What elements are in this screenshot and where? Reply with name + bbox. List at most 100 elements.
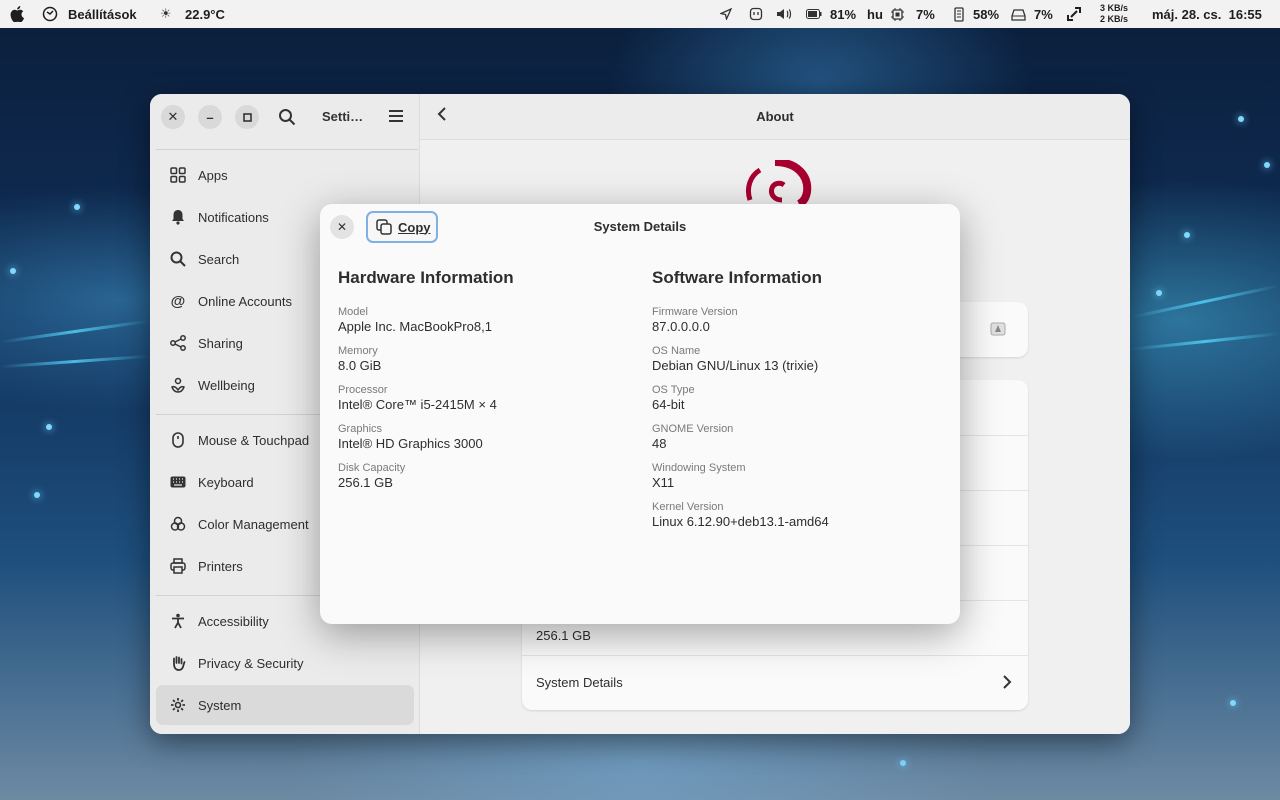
os-type-field: OS Type 64-bit [652,384,942,423]
volume-icon[interactable] [776,0,792,28]
network-download-speed: 2 KB/s [1100,14,1129,24]
hardware-heading: Hardware Information [338,268,514,287]
field-value: Apple Inc. MacBookPro8,1 [338,319,492,334]
sidebar-item-label: Privacy & Security [198,655,304,671]
wallpaper-wave [1131,284,1279,319]
field-value: 87.0.0.0.0 [652,319,710,334]
hamburger-menu-icon [389,110,403,122]
field-value: Intel® Core™ i5-2415M × 4 [338,397,497,412]
wallpaper-star [46,424,52,430]
printer-icon [170,558,186,574]
close-window-button[interactable]: ✕ [161,105,185,129]
main-header: About [420,94,1130,140]
system-details-row[interactable]: System Details [522,655,1028,710]
gnome-version-field: GNOME Version 48 [652,423,942,462]
search-button[interactable] [278,108,296,131]
main-menu-button[interactable] [388,109,404,128]
disk-icon[interactable] [1011,0,1026,28]
color-management-icon [170,516,186,532]
software-heading: Software Information [652,268,823,287]
field-value: Linux 6.12.90+deb13.1-amd64 [652,514,829,529]
wallpaper-star [34,492,40,498]
wallpaper-star [74,204,80,210]
wallpaper-star [10,268,16,274]
firmware-version-field: Firmware Version 87.0.0.0.0 [652,306,942,345]
system-details-label: System Details [536,675,623,690]
maximize-window-button[interactable] [235,105,259,129]
wallpaper-star [1156,290,1162,296]
sidebar-title: Setti… [322,109,364,124]
wallpaper-wave [0,319,150,344]
field-value: Intel® HD Graphics 3000 [338,436,483,451]
field-label: GNOME Version [652,423,734,435]
field-value: X11 [652,475,675,490]
memory-icon[interactable] [954,0,964,28]
network-transfer-icon[interactable] [1067,0,1081,28]
field-label: Disk Capacity [338,462,406,474]
accessibility-icon [170,613,186,629]
location-arrow-icon[interactable] [720,0,732,28]
windowing-system-field: Windowing System X11 [652,462,942,501]
search-icon [279,109,296,126]
model-field: Model Apple Inc. MacBookPro8,1 [338,306,628,345]
sidebar-header: ✕ – Setti… [150,94,420,140]
network-speed[interactable]: 3 KB/s 2 KB/s [1100,0,1128,28]
wallpaper-wave [1130,332,1280,351]
battery-percent[interactable]: 81% [830,0,856,28]
wallpaper-star [1184,232,1190,238]
mouse-icon [170,432,186,448]
gear-icon [170,697,186,713]
disk-capacity-field: Disk Capacity 256.1 GB [338,462,628,501]
sun-icon: ☀ [160,6,172,21]
keyboard-icon [170,474,186,490]
cpu-icon[interactable] [890,0,905,28]
sidebar-item-label: Accessibility [198,613,269,629]
cpu-percent[interactable]: 7% [916,0,935,28]
sidebar-item-label: Online Accounts [198,293,292,309]
bell-icon [170,209,186,225]
field-label: Kernel Version [652,501,724,513]
sidebar-item-label: Sharing [198,335,243,351]
graphics-field: Graphics Intel® HD Graphics 3000 [338,423,628,462]
network-upload-speed: 3 KB/s [1100,3,1129,13]
sidebar-item-apps[interactable]: Apps [156,155,414,195]
active-app-name[interactable]: Beállítások [68,0,137,28]
sidebar-item-label: Apps [198,167,228,183]
settings-app-icon[interactable] [42,0,58,28]
memory-percent[interactable]: 58% [973,0,999,28]
disk-percent[interactable]: 7% [1034,0,1053,28]
edit-icon [990,322,1006,336]
sidebar-item-system[interactable]: System [156,685,414,725]
field-value: 256.1 GB [338,475,393,490]
sidebar-item-privacy-security[interactable]: Privacy & Security [156,643,414,683]
system-details-dialog: ✕ Copy System Details Hardware Informati… [320,204,960,624]
disk-capacity-value: 256.1 GB [536,628,591,643]
sidebar-item-label: Wellbeing [198,377,255,393]
sidebar-item-label: System [198,697,242,713]
minimize-icon: – [206,109,214,125]
sidebar-item-label: Printers [198,558,243,574]
keyboard-layout-indicator[interactable]: hu [867,0,883,28]
battery-icon[interactable] [806,0,822,28]
minimize-window-button[interactable]: – [198,105,222,129]
hardware-information-section: Hardware Information Model Apple Inc. Ma… [338,268,628,501]
sidebar-item-label: Search [198,251,240,267]
field-label: Memory [338,345,378,357]
hand-icon [170,655,186,671]
os-name-field: OS Name Debian GNU/Linux 13 (trixie) [652,345,942,384]
clock[interactable]: máj. 28. cs. 16:55 [1152,0,1262,28]
software-information-section: Software Information Firmware Version 87… [652,268,942,540]
sidebar-item-label: Notifications [198,209,269,225]
sidebar-divider [156,149,418,150]
sidebar-item-label: Color Management [198,516,309,532]
close-icon: ✕ [167,109,179,124]
processor-field: Processor Intel® Core™ i5-2415M × 4 [338,384,628,423]
chevron-right-icon [1003,675,1012,689]
apple-logo-icon[interactable] [10,0,24,28]
dialog-title: System Details [593,219,687,234]
wallpaper-wave [0,354,150,369]
kernel-version-field: Kernel Version Linux 6.12.90+deb13.1-amd… [652,501,942,540]
memory-field: Memory 8.0 GiB [338,345,628,384]
clipboard-indicator-icon[interactable] [749,0,763,28]
weather-temperature[interactable]: 22.9°C [185,0,225,28]
